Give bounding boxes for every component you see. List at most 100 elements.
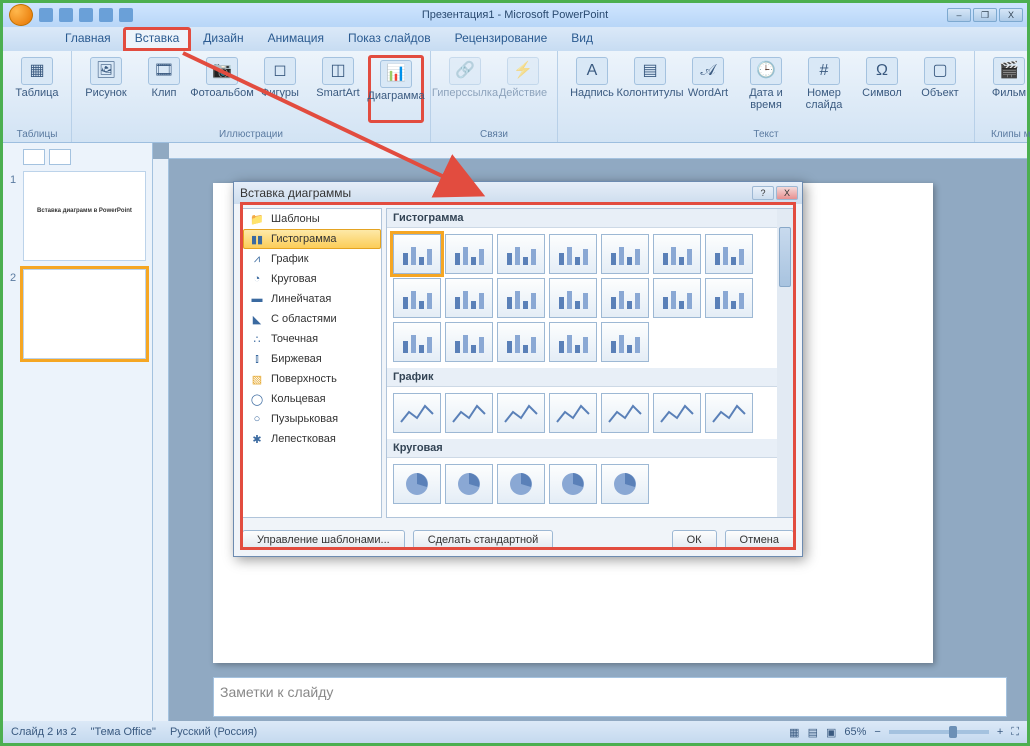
textbox-button[interactable]: AНадпись	[564, 55, 620, 101]
chart-thumb[interactable]	[393, 393, 441, 433]
outline-tab-icon[interactable]	[49, 149, 71, 165]
tab-вид[interactable]: Вид	[559, 27, 605, 51]
notes-pane[interactable]: Заметки к слайду	[213, 677, 1007, 717]
zoom-in-button[interactable]: +	[997, 726, 1003, 738]
symbol-button[interactable]: ΩСимвол	[854, 55, 910, 101]
chart-thumb[interactable]	[393, 464, 441, 504]
table-button[interactable]: ▦Таблица	[9, 55, 65, 101]
view-normal-icon[interactable]: ▦	[789, 726, 799, 739]
view-slideshow-icon[interactable]: ▣	[826, 726, 836, 739]
qat-more-icon[interactable]	[119, 8, 133, 22]
chart-thumb[interactable]	[653, 393, 701, 433]
category-Поверхность[interactable]: ▧Поверхность	[243, 369, 381, 389]
slide-thumb-1[interactable]: 1Вставка диаграмм в PowerPoint	[23, 171, 146, 261]
category-icon: ◯	[249, 392, 265, 406]
tab-дизайн[interactable]: Дизайн	[191, 27, 255, 51]
chart-thumb[interactable]	[549, 393, 597, 433]
slidenum-button[interactable]: #Номер слайда	[796, 55, 852, 113]
chart-thumb[interactable]	[393, 278, 441, 318]
chart-thumb[interactable]	[705, 393, 753, 433]
datetime-button[interactable]: 🕒Дата и время	[738, 55, 794, 113]
chart-thumb[interactable]	[549, 234, 597, 274]
minimize-button[interactable]: –	[947, 8, 971, 22]
dialog-help-button[interactable]: ?	[752, 186, 774, 200]
category-list[interactable]: 📁Шаблоны▮▮Гистограмма⩘График◔Круговая▬Ли…	[242, 208, 382, 518]
chart-thumb[interactable]	[497, 464, 545, 504]
chart-thumb[interactable]	[601, 234, 649, 274]
category-icon: ⫾	[249, 352, 265, 366]
chart-thumb[interactable]	[497, 234, 545, 274]
tab-показ слайдов[interactable]: Показ слайдов	[336, 27, 443, 51]
category-Круговая[interactable]: ◔Круговая	[243, 269, 381, 289]
view-sorter-icon[interactable]: ▤	[808, 726, 818, 739]
qat-print-icon[interactable]	[99, 8, 113, 22]
chart-thumb[interactable]	[445, 234, 493, 274]
action-button[interactable]: ⚡Действие	[495, 55, 551, 101]
zoom-slider[interactable]	[889, 730, 989, 734]
close-button[interactable]: X	[999, 8, 1023, 22]
wordart-button[interactable]: 𝒜WordArt	[680, 55, 736, 101]
chart-thumb[interactable]	[445, 464, 493, 504]
category-Точечная[interactable]: ∴Точечная	[243, 329, 381, 349]
chart-thumb[interactable]	[445, 393, 493, 433]
chart-thumb[interactable]	[705, 234, 753, 274]
dialog-close-button[interactable]: X	[776, 186, 798, 200]
chart-thumb[interactable]	[653, 278, 701, 318]
tab-анимация[interactable]: Анимация	[256, 27, 336, 51]
cancel-button[interactable]: Отмена	[725, 530, 794, 550]
chart-button[interactable]: 📊Диаграмма	[368, 55, 424, 123]
ok-button[interactable]: ОК	[672, 530, 717, 550]
chart-thumb[interactable]	[393, 322, 441, 362]
category-Пузырьковая[interactable]: ○Пузырьковая	[243, 409, 381, 429]
chart-thumb[interactable]	[653, 234, 701, 274]
qat-save-icon[interactable]	[39, 8, 53, 22]
shapes-button[interactable]: ◻Фигуры	[252, 55, 308, 101]
slides-tab-icon[interactable]	[23, 149, 45, 165]
category-Биржевая[interactable]: ⫾Биржевая	[243, 349, 381, 369]
category-Шаблоны[interactable]: 📁Шаблоны	[243, 209, 381, 229]
chart-thumb[interactable]	[601, 464, 649, 504]
chart-thumb[interactable]	[601, 278, 649, 318]
chart-thumb[interactable]	[393, 234, 441, 274]
tab-рецензирование[interactable]: Рецензирование	[443, 27, 560, 51]
category-Линейчатая[interactable]: ▬Линейчатая	[243, 289, 381, 309]
fit-window-button[interactable]: ⛶	[1011, 726, 1019, 739]
smartart-button[interactable]: ◫SmartArt	[310, 55, 366, 101]
tab-вставка[interactable]: Вставка	[123, 27, 192, 51]
chart-thumb[interactable]	[601, 393, 649, 433]
qat-undo-icon[interactable]	[59, 8, 73, 22]
chart-thumb[interactable]	[549, 322, 597, 362]
category-label: Круговая	[271, 273, 317, 285]
chart-thumb[interactable]	[549, 278, 597, 318]
headerfooter-button[interactable]: ▤Колонтитулы	[622, 55, 678, 101]
category-Гистограмма[interactable]: ▮▮Гистограмма	[243, 229, 381, 249]
slide-thumb-2[interactable]: 2	[23, 269, 146, 359]
chart-thumb[interactable]	[497, 278, 545, 318]
chart-thumb[interactable]	[705, 278, 753, 318]
hyperlink-button[interactable]: 🔗Гиперссылка	[437, 55, 493, 101]
category-С областями[interactable]: ◣С областями	[243, 309, 381, 329]
qat-redo-icon[interactable]	[79, 8, 93, 22]
chart-label: Диаграмма	[367, 90, 424, 102]
category-График[interactable]: ⩘График	[243, 249, 381, 269]
category-Лепестковая[interactable]: ✱Лепестковая	[243, 429, 381, 449]
chart-pane-scrollbar[interactable]	[777, 209, 793, 517]
chart-thumb[interactable]	[445, 278, 493, 318]
photoalbum-button[interactable]: 📷Фотоальбом	[194, 55, 250, 101]
chart-thumb[interactable]	[549, 464, 597, 504]
chart-thumb[interactable]	[497, 393, 545, 433]
manage-templates-button[interactable]: Управление шаблонами...	[242, 530, 405, 550]
tab-главная[interactable]: Главная	[53, 27, 123, 51]
object-button[interactable]: ▢Объект	[912, 55, 968, 101]
office-button[interactable]	[9, 4, 33, 26]
clip-button[interactable]: 🎞Клип	[136, 55, 192, 101]
picture-button[interactable]: 🖼Рисунок	[78, 55, 134, 101]
chart-thumb[interactable]	[601, 322, 649, 362]
chart-thumb[interactable]	[445, 322, 493, 362]
maximize-button[interactable]: ❐	[973, 8, 997, 22]
set-default-button[interactable]: Сделать стандартной	[413, 530, 554, 550]
movie-button[interactable]: 🎬Фильм	[981, 55, 1030, 101]
zoom-out-button[interactable]: −	[874, 726, 880, 738]
chart-thumb[interactable]	[497, 322, 545, 362]
category-Кольцевая[interactable]: ◯Кольцевая	[243, 389, 381, 409]
